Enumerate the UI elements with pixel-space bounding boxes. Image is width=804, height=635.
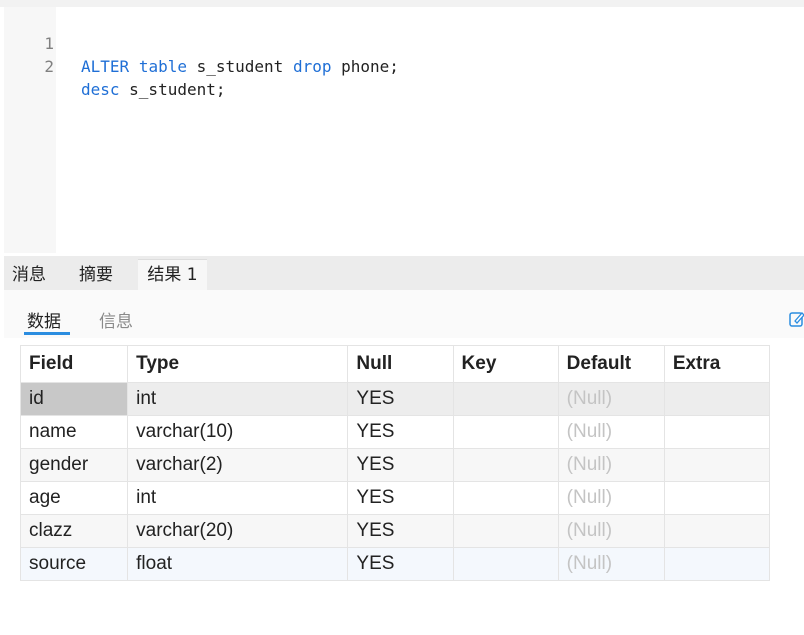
sql-editor[interactable]: 1 ALTER table s_student drop phone; 2 de… bbox=[4, 7, 804, 253]
table-cell[interactable]: (Null) bbox=[557, 382, 665, 416]
table-cell[interactable]: (Null) bbox=[557, 547, 665, 581]
table-cell[interactable]: varchar(2) bbox=[127, 448, 349, 482]
table-cell[interactable]: float bbox=[127, 547, 349, 581]
result-tab-bar: 消息 摘要 结果 1 bbox=[4, 256, 804, 291]
edit-icon[interactable] bbox=[789, 310, 804, 328]
table-cell[interactable]: YES bbox=[347, 547, 454, 581]
tab-summary[interactable]: 摘要 bbox=[79, 256, 113, 290]
table-cell[interactable] bbox=[452, 547, 559, 581]
table-row[interactable]: id int YES (Null) bbox=[19, 382, 771, 416]
table-cell[interactable] bbox=[663, 481, 771, 515]
table-cell[interactable] bbox=[452, 415, 559, 449]
column-header-default[interactable]: Default bbox=[557, 345, 665, 383]
column-header-key[interactable]: Key bbox=[452, 345, 559, 383]
tab-messages[interactable]: 消息 bbox=[12, 256, 46, 290]
tab-info[interactable]: 信息 bbox=[99, 307, 133, 332]
table-cell[interactable]: id bbox=[19, 382, 129, 416]
column-header-type[interactable]: Type bbox=[127, 345, 349, 383]
table-cell[interactable]: int bbox=[127, 382, 349, 416]
table-cell[interactable] bbox=[452, 514, 559, 548]
table-cell[interactable]: YES bbox=[347, 382, 454, 416]
code-line[interactable]: 1 ALTER table s_student drop phone; bbox=[4, 9, 804, 76]
code-text: desc s_student; bbox=[81, 80, 226, 99]
table-cell[interactable]: (Null) bbox=[557, 415, 665, 449]
column-header-null[interactable]: Null bbox=[347, 345, 454, 383]
table-cell[interactable]: (Null) bbox=[557, 514, 665, 548]
table-cell[interactable]: gender bbox=[19, 448, 129, 482]
table-row[interactable]: age int YES (Null) bbox=[19, 481, 771, 515]
table-cell[interactable] bbox=[663, 415, 771, 449]
result-grid: Field Type Null Key Default Extra id int… bbox=[19, 345, 771, 581]
table-cell[interactable]: clazz bbox=[19, 514, 129, 548]
table-cell[interactable] bbox=[452, 481, 559, 515]
column-header-extra[interactable]: Extra bbox=[663, 345, 771, 383]
table-row[interactable]: gender varchar(2) YES (Null) bbox=[19, 448, 771, 482]
tab-data[interactable]: 数据 bbox=[27, 307, 61, 332]
table-cell[interactable]: YES bbox=[347, 514, 454, 548]
table-cell[interactable]: name bbox=[19, 415, 129, 449]
table-cell[interactable]: int bbox=[127, 481, 349, 515]
table-row[interactable]: clazz varchar(20) YES (Null) bbox=[19, 514, 771, 548]
table-cell[interactable] bbox=[452, 382, 559, 416]
table-cell[interactable] bbox=[663, 514, 771, 548]
column-header-field[interactable]: Field bbox=[19, 345, 129, 383]
table-cell[interactable]: age bbox=[19, 481, 129, 515]
header-row: Field Type Null Key Default Extra bbox=[19, 345, 771, 383]
code-line[interactable]: 2 desc s_student; bbox=[4, 32, 804, 99]
table-cell[interactable]: source bbox=[19, 547, 129, 581]
table-cell[interactable]: varchar(20) bbox=[127, 514, 349, 548]
table-cell[interactable]: (Null) bbox=[557, 481, 665, 515]
active-tab-underline bbox=[24, 332, 70, 335]
tab-result-1[interactable]: 结果 1 bbox=[138, 259, 207, 291]
table-cell[interactable] bbox=[663, 547, 771, 581]
table-cell[interactable] bbox=[452, 448, 559, 482]
code-text: ALTER table s_student drop phone; bbox=[81, 57, 399, 76]
table-cell[interactable]: YES bbox=[347, 415, 454, 449]
table-row[interactable]: source float YES (Null) bbox=[19, 547, 771, 581]
table-cell[interactable]: varchar(10) bbox=[127, 415, 349, 449]
table-cell[interactable]: YES bbox=[347, 481, 454, 515]
table-cell[interactable] bbox=[663, 382, 771, 416]
table-cell[interactable]: YES bbox=[347, 448, 454, 482]
table-cell[interactable] bbox=[663, 448, 771, 482]
result-sub-tab-bar: 数据 信息 bbox=[4, 290, 804, 338]
top-strip bbox=[0, 0, 804, 7]
table-cell[interactable]: (Null) bbox=[557, 448, 665, 482]
table-row[interactable]: name varchar(10) YES (Null) bbox=[19, 415, 771, 449]
line-number: 2 bbox=[44, 57, 54, 76]
